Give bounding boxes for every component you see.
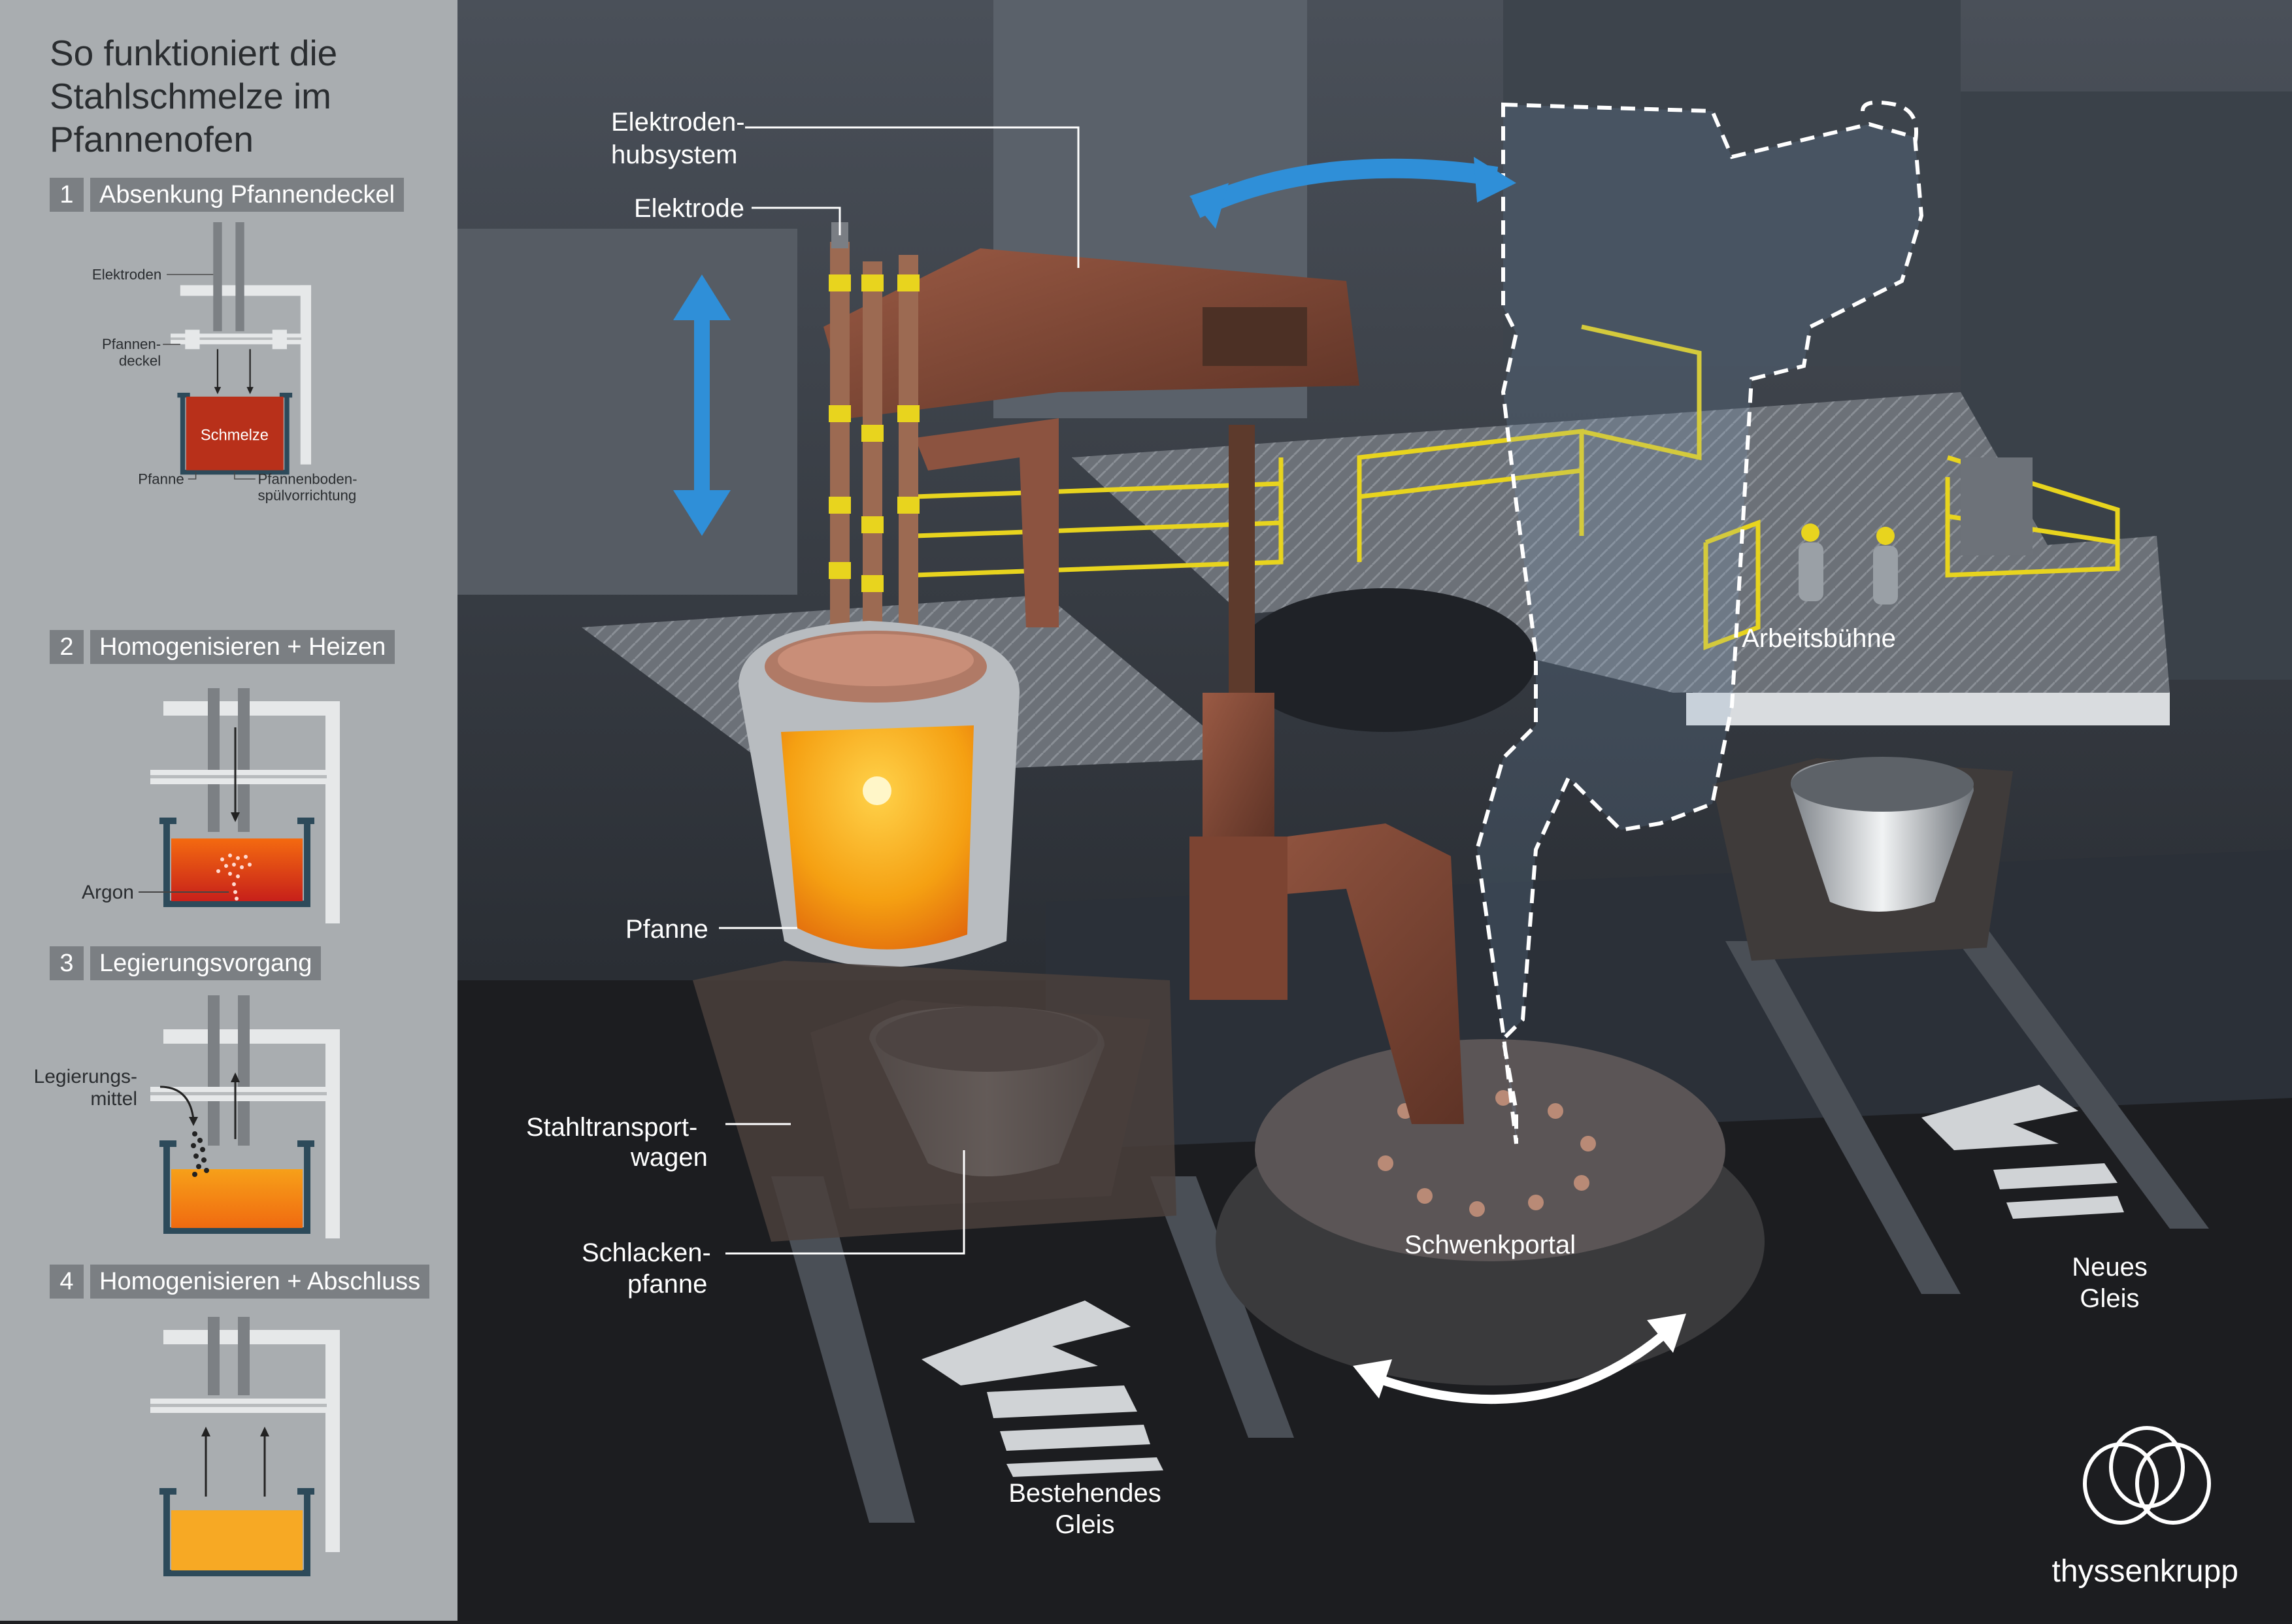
electrode-bar: [208, 995, 220, 1146]
electrodes-label: Elektroden: [92, 266, 161, 282]
slag-ladle-label-1: Schlacken-: [582, 1238, 711, 1267]
work-platform-label: Arbeitsbühne: [1742, 624, 1896, 653]
electrode-bar: [208, 1317, 220, 1395]
legend-title-line-1: So funktioniert die: [50, 33, 338, 73]
melt: [171, 1510, 303, 1570]
ladle-label: Pfanne: [625, 915, 708, 944]
new-track-label-2: Gleis: [2080, 1284, 2139, 1313]
electrodes: [829, 222, 920, 654]
step-3-diagram: Legierungs- mittel: [34, 995, 340, 1238]
left-platform-wall: [457, 229, 797, 595]
slag-ladle-label-2: pfanne: [627, 1270, 707, 1299]
scene-illustration: Elektroden- hubsystem Elektrode Pfanne S…: [457, 0, 2292, 1621]
step-2-title: Homogenisieren + Heizen: [90, 630, 395, 664]
step-4-title: Homogenisieren + Abschluss: [90, 1265, 430, 1299]
step-4-number: 4: [50, 1265, 84, 1299]
column-guide: [1203, 693, 1274, 837]
steel-transport-wagon: [693, 961, 1176, 1242]
step-1-header: 1 Absenkung Pfannendeckel: [50, 178, 405, 212]
down-arrow-head: [214, 387, 222, 395]
lid-label-2: deckel: [119, 352, 161, 369]
legend-panel: So funktioniert die Stahlschmelze im Pfa…: [0, 0, 457, 1621]
purge-label-2: spülvorrichtung: [257, 488, 356, 503]
thyssenkrupp-wordmark: thyssenkrupp: [2051, 1554, 2239, 1589]
legend-title: So funktioniert die Stahlschmelze im Pfa…: [50, 31, 442, 161]
transport-wagon-label-1: Stahltransport-: [526, 1113, 697, 1142]
swivel-base-top: [1255, 1039, 1725, 1261]
step-1-number: 1: [50, 178, 84, 212]
existing-track-label-2: Gleis: [1055, 1510, 1114, 1539]
column-base: [1189, 837, 1287, 1000]
control-cabinet: [1961, 457, 2033, 555]
lid-label-1: Pfannen-: [102, 336, 161, 352]
ladle-label: Pfanne: [138, 471, 184, 487]
melt-label: Schmelze: [201, 427, 269, 444]
electrode-lift-system-label-1: Elektroden-: [611, 108, 745, 137]
purge-label-1: Pfannenboden-: [257, 471, 357, 487]
electrode-label: Elektrode: [634, 194, 744, 223]
electrode-bar: [238, 995, 250, 1146]
new-track-label-1: Neues: [2072, 1253, 2148, 1282]
argon-label: Argon: [82, 882, 134, 903]
down-arrow-head: [246, 387, 254, 395]
electrode-bar: [213, 222, 222, 331]
step-4-diagram: [150, 1317, 340, 1576]
ladle-cutaway: [739, 621, 1020, 967]
slag-ladle-new-track: [1712, 757, 2013, 961]
ladle-lid: [171, 329, 302, 350]
step-2-header: 2 Homogenisieren + Heizen: [50, 630, 395, 664]
legend-title-line-3: Pfannenofen: [50, 119, 254, 159]
electrode-bar: [208, 688, 220, 832]
step-1-title: Absenkung Pfannendeckel: [90, 178, 405, 212]
electrode-bar: [238, 1317, 250, 1395]
electrode-bar: [238, 688, 250, 832]
alloy-label-2: mittel: [90, 1088, 137, 1110]
step-1-diagram: Schmelze Elektroden Pfannen- deckel Pfan…: [92, 222, 357, 503]
transport-wagon-label-2: wagen: [630, 1143, 708, 1172]
existing-track-label-1: Bestehendes: [1008, 1479, 1161, 1508]
arm-clamp: [1203, 307, 1307, 366]
legend-title-line-2: Stahlschmelze im: [50, 76, 331, 116]
electrode-lift-system-label-2: hubsystem: [611, 141, 737, 169]
alloy-label-1: Legierungs-: [34, 1066, 137, 1087]
step-2-number: 2: [50, 630, 84, 664]
step-2-diagram: Argon: [82, 688, 340, 923]
platform-opening: [1235, 588, 1536, 732]
melt: [171, 1169, 303, 1228]
step-4-header: 4 Homogenisieren + Abschluss: [50, 1265, 430, 1299]
furnace-scene: Elektroden- hubsystem Elektrode Pfanne S…: [457, 0, 2292, 1621]
swivel-portal-label: Schwenkportal: [1404, 1231, 1576, 1259]
electrode-bar: [235, 222, 244, 331]
platform-edge: [1686, 693, 2170, 725]
